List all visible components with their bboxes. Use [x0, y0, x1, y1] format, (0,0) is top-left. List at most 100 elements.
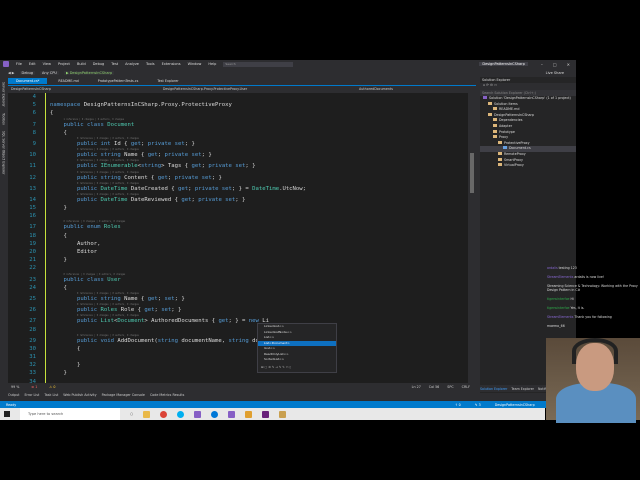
- zoom-level[interactable]: 99 %: [11, 385, 19, 389]
- folder-icon: [493, 118, 497, 122]
- folder-icon: [493, 135, 497, 139]
- code-text: {: [50, 129, 67, 137]
- back-icon[interactable]: ◀ ▶: [8, 71, 15, 75]
- panel-tab[interactable]: Team Explorer: [511, 387, 534, 391]
- slack-icon[interactable]: [245, 410, 253, 418]
- code-token: DateTime: [100, 185, 131, 192]
- line-number: 19: [29, 240, 36, 247]
- error-count[interactable]: ⊗ 1: [31, 385, 37, 389]
- menu-item[interactable]: Window: [188, 62, 202, 66]
- chat-text: Thank you for following: [574, 315, 612, 319]
- code-line: 14 public DateTime DateReviewed { get; pr…: [8, 196, 468, 204]
- code-line: 18 {: [8, 232, 468, 240]
- panel-tab[interactable]: Solution Explorer: [480, 387, 507, 391]
- tab-document[interactable]: PrototypePatternTests.cs: [90, 78, 147, 84]
- output-tab[interactable]: Error List: [24, 393, 39, 397]
- tree-node[interactable]: VirtualProxy: [480, 163, 576, 169]
- menu-item[interactable]: File: [16, 62, 22, 66]
- code-token: public void: [76, 337, 118, 344]
- output-tab[interactable]: Package Manager Console: [102, 393, 145, 397]
- output-tab[interactable]: Web Publish Activity: [63, 393, 96, 397]
- chrome-icon[interactable]: [160, 410, 168, 418]
- project-dropdown[interactable]: DesignPatternsInCSharp: [11, 87, 51, 91]
- code-token: ; }: [171, 307, 182, 314]
- close-button[interactable]: ✕: [567, 62, 570, 67]
- line-number: 18: [29, 232, 36, 239]
- stream-chat: ardalis testing 123 StreamElements ardali…: [547, 266, 640, 333]
- line-number: 6: [32, 110, 36, 117]
- visual-studio-icon-2[interactable]: [228, 410, 236, 418]
- platform-dropdown[interactable]: Any CPU: [40, 71, 59, 75]
- scroll-thumb[interactable]: [470, 153, 474, 193]
- pending-edits[interactable]: ✎ 3: [475, 403, 481, 407]
- menu-item[interactable]: Help: [208, 62, 216, 66]
- code-token: > AuthoredDocuments {: [144, 318, 219, 325]
- chat-message: moemo_66: [547, 324, 640, 328]
- code-token: ; } =: [231, 185, 253, 192]
- member-dropdown[interactable]: AuthoredDocuments: [359, 87, 393, 91]
- tab-document[interactable]: README.md: [50, 78, 86, 84]
- cortana-icon[interactable]: ○: [130, 412, 133, 416]
- chat-text: ardalis is now live!: [574, 275, 605, 279]
- side-tab-sql-server-object-explorer[interactable]: SQL Server Object Explorer: [1, 131, 7, 174]
- file-explorer-icon[interactable]: [143, 410, 151, 418]
- visual-studio-icon[interactable]: [194, 410, 202, 418]
- menu-item[interactable]: Tools: [146, 62, 155, 66]
- tab-document[interactable]: Test Explorer: [149, 78, 186, 84]
- push-count[interactable]: ↑ 0: [455, 403, 461, 407]
- code-token: IEnumerable: [100, 163, 138, 170]
- code-line: 31: [8, 353, 468, 361]
- menu-item[interactable]: Extensions: [162, 62, 181, 66]
- code-token: public enum: [63, 224, 104, 231]
- code-token: get: [147, 295, 158, 302]
- taskbar-search-input[interactable]: Type here to search: [20, 408, 120, 420]
- output-tab[interactable]: Task List: [44, 393, 58, 397]
- tree-node-label: RemoteProxy: [504, 151, 526, 156]
- search-input[interactable]: Search: [223, 61, 294, 67]
- output-tab[interactable]: Code Metrics Results: [150, 393, 184, 397]
- tree-node-label: SmartProxy: [504, 157, 524, 162]
- config-dropdown[interactable]: Debug: [19, 71, 36, 75]
- vertical-scrollbar[interactable]: [468, 93, 476, 383]
- menu-item[interactable]: View: [43, 62, 51, 66]
- code-token: }: [63, 205, 67, 212]
- code-token: {: [63, 129, 67, 136]
- menu-item[interactable]: Debug: [93, 62, 105, 66]
- type-dropdown[interactable]: DesignPatternsInCSharp.Proxy.ProtectiveP…: [163, 87, 247, 91]
- code-text: public string Content { get; private set…: [50, 174, 222, 182]
- edge-icon[interactable]: [211, 410, 219, 418]
- start-button[interactable]: ▶ DesignPatternsInCSharp: [63, 71, 115, 75]
- code-text: public List<Document> AuthoredDocuments …: [50, 317, 269, 325]
- skype-icon[interactable]: [177, 410, 185, 418]
- live-share-button[interactable]: Live Share: [546, 71, 564, 75]
- code-text: {: [50, 284, 66, 292]
- chat-username: tigerwinterfoe: [547, 306, 570, 310]
- code-editor[interactable]: 4 5 namespace DesignPatternsInCSharp.Proxy…: [8, 93, 468, 383]
- code-token: Roles: [100, 307, 121, 314]
- app-icon[interactable]: [279, 410, 287, 418]
- status-text: Ready: [6, 402, 17, 407]
- warning-count[interactable]: ⚠ 0: [49, 385, 55, 389]
- code-text: public string Name { get; set; }: [50, 295, 185, 303]
- maximize-button[interactable]: □: [553, 62, 557, 67]
- code-line: 21}: [8, 256, 468, 264]
- code-line: 28: [8, 326, 468, 334]
- code-token: string: [157, 337, 182, 344]
- menu-item[interactable]: Analyze: [125, 62, 139, 66]
- tab-document[interactable]: Document.cs*: [8, 78, 48, 84]
- repo-name[interactable]: DesignPatternsInCSharp: [495, 403, 535, 407]
- line-number: 24: [29, 284, 36, 291]
- minimize-button[interactable]: –: [541, 62, 543, 67]
- windows-start-icon[interactable]: [4, 411, 10, 417]
- output-tab[interactable]: Output: [8, 393, 19, 397]
- menu-item[interactable]: Build: [77, 62, 86, 66]
- side-tab-server-explorer[interactable]: Server Explorer: [1, 82, 7, 107]
- line-number: 20: [29, 249, 36, 255]
- visual-studio-icon-3[interactable]: [262, 410, 270, 418]
- line-endings: CRLF: [461, 384, 470, 389]
- menu-item[interactable]: Edit: [29, 62, 36, 66]
- tree-node-label: Document.cs: [509, 146, 531, 151]
- side-tab-toolbox[interactable]: Toolbox: [1, 113, 7, 125]
- menu-item[interactable]: Test: [111, 62, 118, 66]
- menu-item[interactable]: Project: [58, 62, 70, 66]
